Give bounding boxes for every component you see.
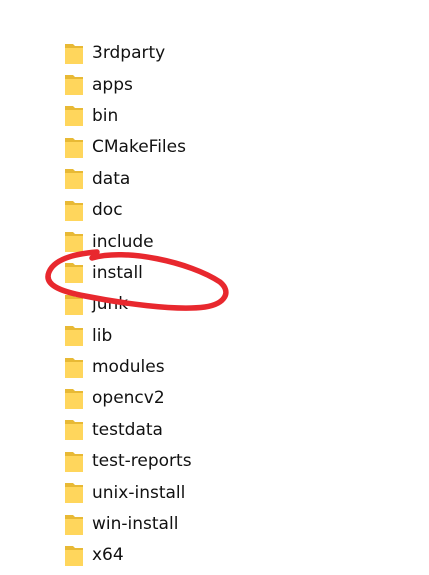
folder-icon: [65, 75, 83, 96]
folder-item-install[interactable]: install: [64, 258, 284, 289]
folder-item-lib[interactable]: lib: [64, 321, 284, 352]
folder-label: doc: [92, 200, 123, 221]
folder-icon: [65, 263, 83, 284]
folder-label: unix-install: [92, 482, 186, 503]
folder-list: 3rdparty apps bin CMakeFiles data doc in…: [64, 38, 284, 572]
folder-item-include[interactable]: include: [64, 226, 284, 257]
folder-label: x64: [92, 545, 124, 566]
folder-icon: [65, 545, 83, 566]
folder-label: modules: [92, 357, 165, 378]
folder-icon: [65, 420, 83, 441]
folder-item-junk[interactable]: junk: [64, 289, 284, 320]
folder-label: apps: [92, 74, 133, 95]
folder-item-testdata[interactable]: testdata: [64, 415, 284, 446]
folder-icon: [65, 232, 83, 253]
folder-item-test-reports[interactable]: test-reports: [64, 446, 284, 477]
folder-icon: [65, 357, 83, 378]
folder-item-doc[interactable]: doc: [64, 195, 284, 226]
folder-label: junk: [92, 294, 129, 315]
folder-item-3rdparty[interactable]: 3rdparty: [64, 38, 284, 69]
folder-icon: [65, 169, 83, 190]
folder-label: testdata: [92, 419, 163, 440]
folder-icon: [65, 43, 83, 64]
folder-label: CMakeFiles: [92, 137, 186, 158]
folder-icon: [65, 326, 83, 347]
folder-icon: [65, 388, 83, 409]
folder-item-modules[interactable]: modules: [64, 352, 284, 383]
folder-label: data: [92, 168, 131, 189]
folder-item-data[interactable]: data: [64, 164, 284, 195]
folder-item-win-install[interactable]: win-install: [64, 509, 284, 540]
folder-item-cmakefiles[interactable]: CMakeFiles: [64, 132, 284, 163]
folder-item-bin[interactable]: bin: [64, 101, 284, 132]
folder-icon: [65, 451, 83, 472]
folder-label: install: [92, 262, 143, 283]
folder-label: test-reports: [92, 451, 192, 472]
folder-label: win-install: [92, 514, 179, 535]
folder-label: 3rdparty: [92, 43, 166, 64]
folder-item-apps[interactable]: apps: [64, 69, 284, 100]
folder-label: include: [92, 231, 154, 252]
folder-label: lib: [92, 325, 113, 346]
folder-icon: [65, 294, 83, 315]
folder-icon: [65, 514, 83, 535]
folder-icon: [65, 137, 83, 158]
folder-icon: [65, 483, 83, 504]
folder-icon: [65, 106, 83, 127]
folder-icon: [65, 200, 83, 221]
folder-label: opencv2: [92, 388, 165, 409]
folder-item-opencv2[interactable]: opencv2: [64, 383, 284, 414]
folder-item-x64[interactable]: x64: [64, 540, 284, 571]
folder-label: bin: [92, 105, 119, 126]
folder-item-unix-install[interactable]: unix-install: [64, 477, 284, 508]
